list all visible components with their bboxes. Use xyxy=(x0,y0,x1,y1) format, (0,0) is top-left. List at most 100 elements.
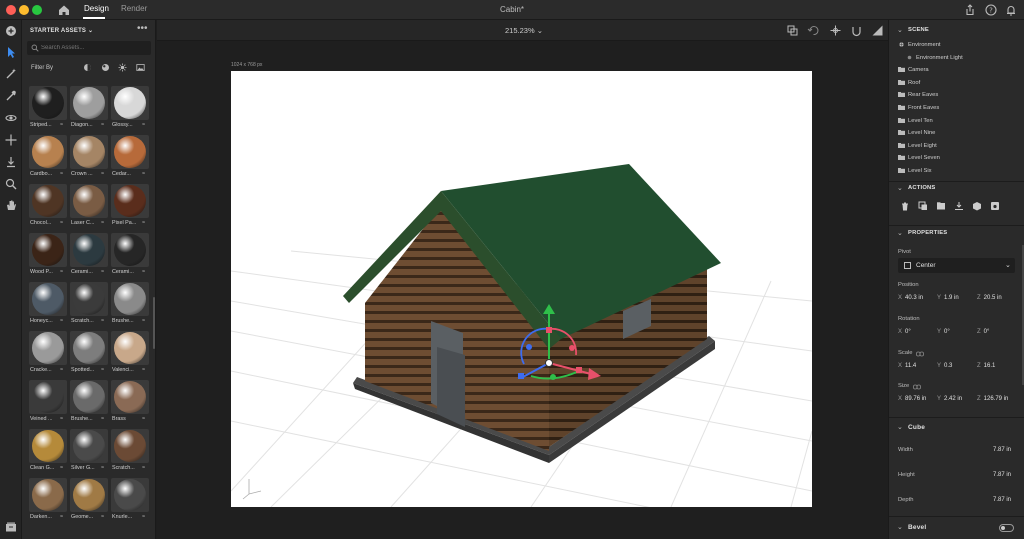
3d-viewport[interactable] xyxy=(231,71,812,507)
asset-tile[interactable]: Veined ... ≈ xyxy=(29,380,67,424)
scale-x-field[interactable]: X 11.4 xyxy=(898,363,916,369)
rotation-z-field[interactable]: Z 0° xyxy=(977,329,989,335)
asset-tile[interactable]: Clean G... ≈ xyxy=(29,429,67,473)
material-icon[interactable] xyxy=(972,201,982,211)
delete-icon[interactable] xyxy=(900,201,910,211)
asset-tile[interactable]: Diagon... ≈ xyxy=(70,86,108,130)
asset-tile[interactable]: Scratch... ≈ xyxy=(70,282,108,326)
asset-tile[interactable]: Striped... ≈ xyxy=(29,86,67,130)
search-assets-input[interactable] xyxy=(27,41,151,55)
asset-tile[interactable]: Scratch... ≈ xyxy=(111,429,149,473)
magic-wand-icon[interactable] xyxy=(4,67,18,81)
asset-tile[interactable]: Cardbo... ≈ xyxy=(29,135,67,179)
scene-item[interactable]: Front Eaves xyxy=(898,105,939,111)
filter-lights-icon[interactable] xyxy=(118,63,127,72)
bevel-toggle[interactable] xyxy=(999,524,1014,532)
scene-item[interactable]: Roof xyxy=(898,79,920,86)
duplicate-icon[interactable] xyxy=(918,201,928,211)
scene-item[interactable]: Level Six xyxy=(898,168,932,174)
cabin-scene[interactable] xyxy=(231,71,812,507)
more-options-icon[interactable]: ••• xyxy=(137,23,148,34)
sample-material-icon[interactable] xyxy=(4,89,18,103)
asset-tile[interactable]: Geome... ≈ xyxy=(70,478,108,522)
scene-item[interactable]: Camera xyxy=(898,67,929,73)
filter-images-icon[interactable] xyxy=(136,63,145,72)
asset-tile[interactable]: Spotted... ≈ xyxy=(70,331,108,375)
asset-tile[interactable]: Cracke... ≈ xyxy=(29,331,67,375)
hand-icon[interactable] xyxy=(4,198,18,212)
cube-depth-field[interactable]: 7.87 in xyxy=(974,497,1011,503)
zoom-icon[interactable] xyxy=(4,177,18,191)
scene-item[interactable]: Rear Eaves xyxy=(898,92,938,98)
group-icon[interactable] xyxy=(936,201,946,211)
notifications-icon[interactable] xyxy=(1004,3,1018,17)
scene-item[interactable]: Level Ten xyxy=(898,117,933,124)
asset-tile[interactable]: Brushe... ≈ xyxy=(70,380,108,424)
asset-tile[interactable]: Pixel Pa... ≈ xyxy=(111,184,149,228)
home-icon[interactable] xyxy=(57,3,71,17)
share-icon[interactable] xyxy=(963,3,977,17)
size-x-field[interactable]: X 89.76 in xyxy=(898,396,926,402)
rotation-y-field[interactable]: Y 0° xyxy=(937,329,950,335)
cube-section-header[interactable]: ⌄ Cube xyxy=(889,421,1024,435)
position-z-field[interactable]: Z 20.5 in xyxy=(977,295,1002,301)
asset-tile[interactable]: Knurle... ≈ xyxy=(111,478,149,522)
assets-header[interactable]: STARTER ASSETS ⌄ xyxy=(30,27,93,34)
asset-tile[interactable]: Cerami... ≈ xyxy=(70,233,108,277)
pivot-dropdown[interactable]: Center ⌄ xyxy=(898,258,1015,273)
close-window-button[interactable] xyxy=(6,5,16,15)
tab-render[interactable]: Render xyxy=(121,4,147,13)
add-content-icon[interactable] xyxy=(4,24,18,38)
camera-bookmark-icon[interactable] xyxy=(786,24,799,37)
scale-y-field[interactable]: Y 0.3 xyxy=(937,363,952,369)
pan-icon[interactable] xyxy=(4,133,18,147)
drop-to-ground-action-icon[interactable] xyxy=(954,201,964,211)
cube-height-field[interactable]: 7.87 in xyxy=(974,472,1011,478)
scene-item[interactable]: Environment xyxy=(898,42,941,48)
select-tool-icon[interactable] xyxy=(4,45,18,59)
cube-width-field[interactable]: 7.87 in xyxy=(974,447,1011,453)
size-y-field[interactable]: Y 2.42 in xyxy=(937,396,962,402)
asset-tile[interactable]: Crown ... ≈ xyxy=(70,135,108,179)
scale-z-field[interactable]: Z 16.1 xyxy=(977,363,995,369)
asset-tile[interactable]: Brass ≈ xyxy=(111,380,149,424)
scene-item[interactable]: Level Nine xyxy=(898,130,935,136)
asset-tile[interactable]: Cerami... ≈ xyxy=(111,233,149,277)
scene-item[interactable]: Environment Light xyxy=(906,55,963,61)
tab-design[interactable]: Design xyxy=(84,4,109,13)
asset-tile[interactable]: Wood P... ≈ xyxy=(29,233,67,277)
position-y-field[interactable]: Y 1.9 in xyxy=(937,295,959,301)
asset-tile[interactable]: Chocol... ≈ xyxy=(29,184,67,228)
scene-item[interactable]: Level Eight xyxy=(898,142,937,149)
actions-section-header[interactable]: ⌄ ACTIONS xyxy=(889,182,1024,196)
scene-section-header[interactable]: ⌄ SCENE xyxy=(889,24,1024,38)
position-x-field[interactable]: X 40.3 in xyxy=(898,295,923,301)
asset-tile[interactable]: Silver G... ≈ xyxy=(70,429,108,473)
asset-tile[interactable]: Honeyc... ≈ xyxy=(29,282,67,326)
drop-to-ground-icon[interactable] xyxy=(4,155,18,169)
asset-tile[interactable]: Glossy... ≈ xyxy=(111,86,149,130)
asset-tile[interactable]: Laser C... ≈ xyxy=(70,184,108,228)
properties-section-header[interactable]: ⌄ PROPERTIES xyxy=(889,227,1024,241)
assets-scrollbar[interactable] xyxy=(153,297,155,349)
zoom-level[interactable]: 215.23% ⌄ xyxy=(505,26,543,35)
filter-models-icon[interactable] xyxy=(83,63,92,72)
transform-icon[interactable] xyxy=(829,24,842,37)
orbit-icon[interactable] xyxy=(4,111,18,125)
snap-icon[interactable] xyxy=(850,24,863,37)
minimize-window-button[interactable] xyxy=(19,5,29,15)
library-icon[interactable] xyxy=(4,520,18,534)
size-z-field[interactable]: Z 126.79 in xyxy=(977,396,1008,402)
help-icon[interactable]: ? xyxy=(984,3,998,17)
rotation-x-field[interactable]: X 0° xyxy=(898,329,911,335)
render-preview-icon[interactable] xyxy=(871,24,884,37)
scene-item[interactable]: Level Seven xyxy=(898,155,940,161)
undo-history-icon[interactable] xyxy=(807,24,820,37)
filter-materials-icon[interactable] xyxy=(101,63,110,72)
asset-tile[interactable]: Darken... ≈ xyxy=(29,478,67,522)
save-asset-icon[interactable] xyxy=(990,201,1000,211)
link-icon[interactable] xyxy=(916,351,924,357)
maximize-window-button[interactable] xyxy=(32,5,42,15)
asset-tile[interactable]: Brushe... ≈ xyxy=(111,282,149,326)
asset-tile[interactable]: Cedar... ≈ xyxy=(111,135,149,179)
